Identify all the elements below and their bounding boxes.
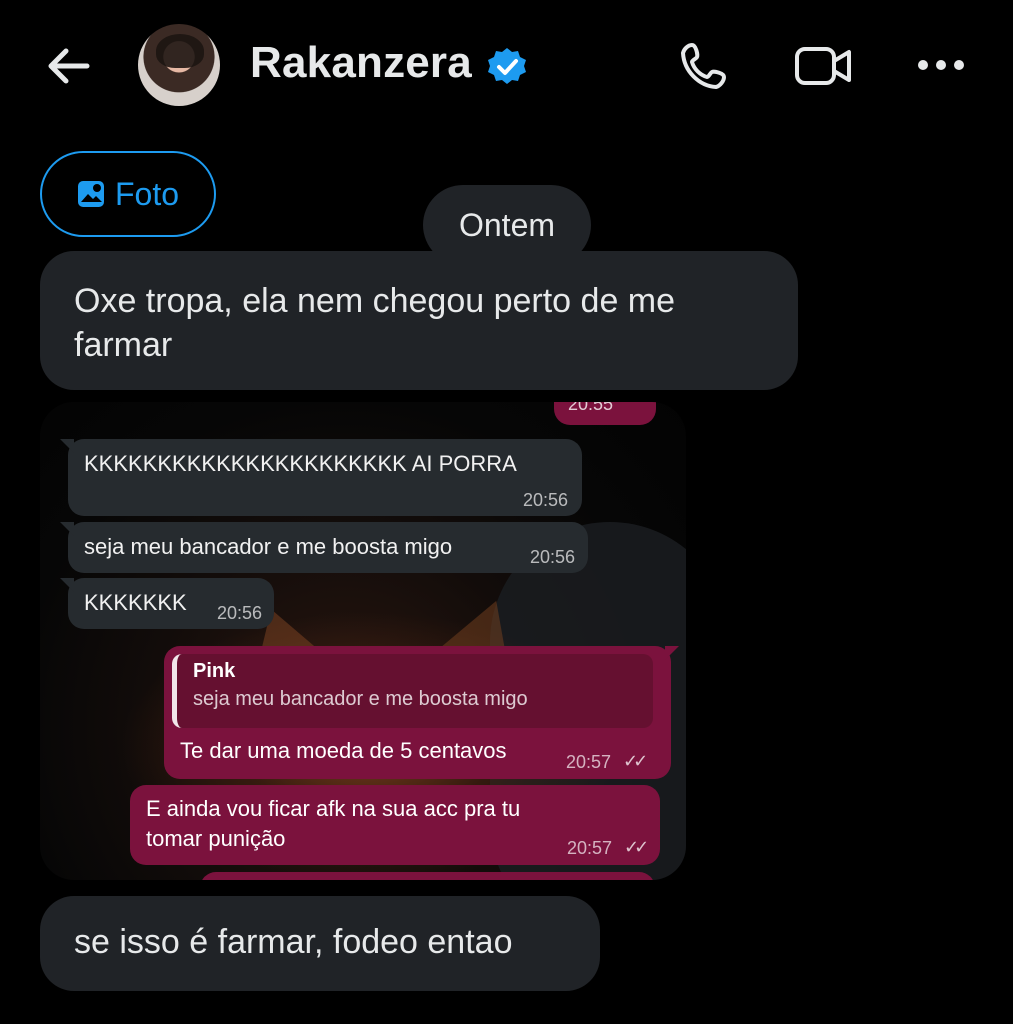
- partial-message-time: 20:55: [568, 402, 614, 414]
- embedded-reply-message: Pink seja meu bancador e me boosta migo …: [164, 646, 679, 779]
- embedded-message-time: 20:57: [567, 838, 613, 858]
- quoted-text: seja meu bancador e me boosta migo: [193, 688, 528, 710]
- embedded-message-time: 20:56: [217, 603, 263, 623]
- shared-screenshot[interactable]: 20:55 KKKKKKKKKKKKKKKKKKKKKK AI PORRA 20…: [40, 402, 686, 880]
- embedded-message-text: KKKKKKKKKKKKKKKKKKKKKK AI PORRA: [84, 451, 517, 476]
- embedded-message-time: 20:56: [523, 490, 569, 510]
- embedded-message-text: seja meu bancador e me boosta migo: [84, 534, 453, 559]
- image-icon: [77, 181, 104, 207]
- embedded-message-text: KKKKKKK: [84, 590, 187, 615]
- avatar[interactable]: [138, 24, 220, 106]
- chat-header: Rakanzera: [0, 0, 1013, 130]
- partial-outgoing-message: 20:55: [554, 402, 656, 425]
- arrow-left-icon[interactable]: [44, 44, 92, 88]
- embedded-message-text: tomar punição: [146, 826, 286, 851]
- embedded-incoming-message: seja meu bancador e me boosta migo 20:56: [60, 522, 588, 573]
- message-bubble: se isso é farmar, fodeo entao: [40, 896, 600, 991]
- message-text: Oxe tropa, ela nem chegou perto de me fa…: [74, 282, 676, 364]
- read-check-icon: ✓✓: [624, 837, 649, 857]
- partial-outgoing-message: [200, 872, 655, 880]
- embedded-message-text: E ainda vou ficar afk na sua acc pra tu: [146, 796, 521, 821]
- verified-badge-icon: [488, 48, 526, 84]
- phone-icon[interactable]: [678, 40, 730, 92]
- message-bubble: Oxe tropa, ela nem chegou perto de me fa…: [40, 251, 798, 390]
- photo-label: Foto: [114, 175, 180, 212]
- embedded-outgoing-message: E ainda vou ficar afk na sua acc pra tu …: [130, 785, 660, 865]
- embedded-incoming-message: KKKKKKK 20:56: [60, 578, 274, 629]
- more-icon[interactable]: [915, 54, 967, 76]
- read-check-icon: ✓✓: [623, 751, 648, 771]
- embedded-message-text: Te dar uma moeda de 5 centavos: [180, 738, 507, 763]
- video-icon[interactable]: [794, 44, 852, 88]
- photo-attachment-label[interactable]: Foto: [40, 151, 216, 237]
- contact-name[interactable]: Rakanzera: [250, 38, 472, 88]
- message-text: se isso é farmar, fodeo entao: [74, 923, 513, 961]
- quoted-author: Pink: [193, 660, 236, 682]
- embedded-message-time: 20:56: [530, 547, 576, 567]
- quoted-message: Pink seja meu bancador e me boosta migo: [172, 654, 653, 728]
- embedded-incoming-message: KKKKKKKKKKKKKKKKKKKKKK AI PORRA 20:56: [60, 439, 582, 516]
- embedded-message-time: 20:57: [566, 752, 612, 772]
